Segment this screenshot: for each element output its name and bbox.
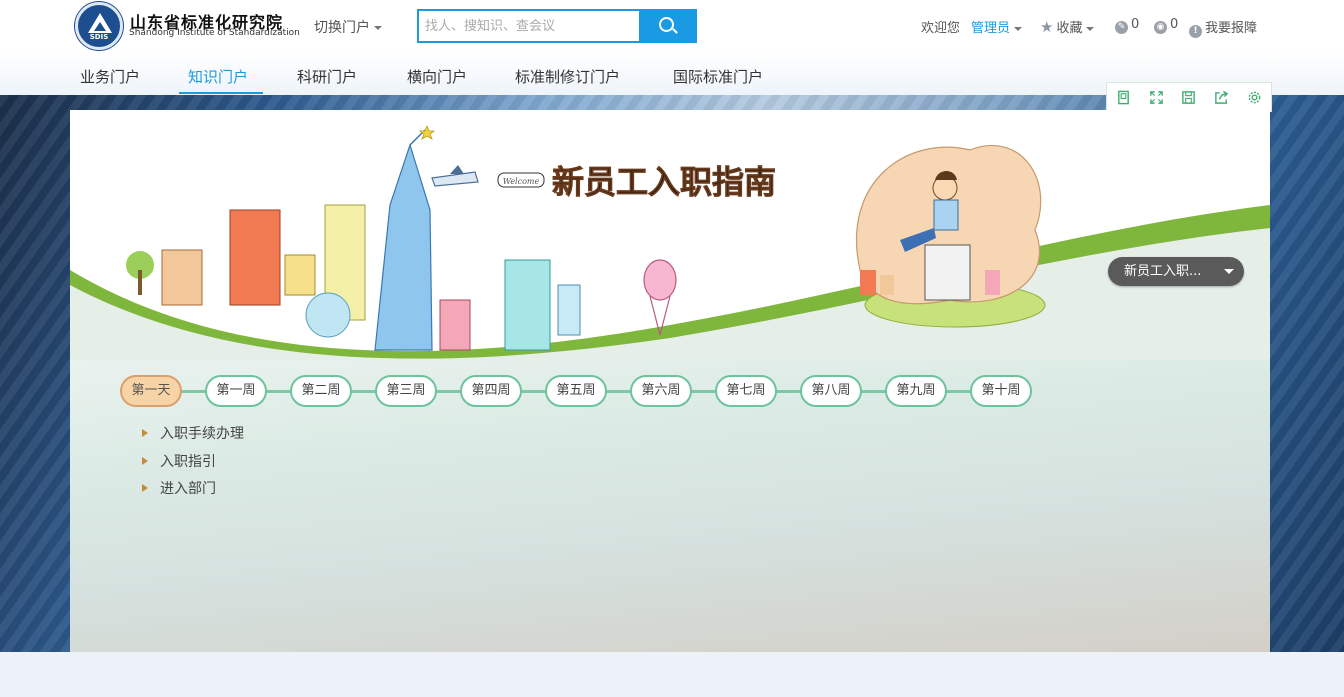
nav-active-indicator: [179, 92, 263, 94]
timeline-week-5[interactable]: 第五周: [545, 375, 607, 407]
notification-counter[interactable]: ✎ 0: [1115, 17, 1139, 34]
search-button[interactable]: [639, 11, 695, 41]
institute-logo[interactable]: SDIS: [75, 2, 123, 50]
chevron-down-icon: [1224, 269, 1234, 274]
welcome-text: 欢迎您: [921, 17, 960, 36]
timeline-week-10[interactable]: 第十周: [970, 375, 1032, 407]
star-icon: ★: [1040, 18, 1054, 36]
footer-band: [0, 652, 1344, 697]
task-label: 入职手续办理: [160, 426, 244, 442]
timeline-day-1[interactable]: 第一天: [120, 375, 182, 407]
welcome-sign-text: Welcome: [503, 177, 540, 186]
nav-business-portal[interactable]: 业务门户: [80, 66, 140, 87]
chevron-down-icon: [1086, 26, 1095, 31]
report-issue-link[interactable]: ! 我要报障: [1189, 17, 1257, 38]
notification-count: 0: [1131, 17, 1140, 32]
chevron-down-icon: [374, 26, 382, 30]
timeline-week-2[interactable]: 第二周: [290, 375, 352, 407]
welcome-label: 欢迎您: [921, 21, 961, 36]
page-icon[interactable]: [1107, 83, 1140, 111]
user-menu[interactable]: 管理员: [971, 17, 1023, 36]
task-item-onboarding-procedures[interactable]: 入职手续办理: [142, 423, 244, 443]
caret-right-icon: [142, 484, 148, 492]
report-label: 我要报障: [1205, 21, 1258, 36]
portal-switch-dropdown[interactable]: 切换门户: [314, 17, 382, 37]
share-icon[interactable]: [1205, 83, 1238, 111]
timeline-week-8[interactable]: 第八周: [800, 375, 862, 407]
timeline-week-9[interactable]: 第九周: [885, 375, 947, 407]
caret-right-icon: [142, 457, 148, 465]
nav-research-portal[interactable]: 科研门户: [297, 66, 357, 87]
portal-switch-label: 切换门户: [314, 20, 370, 36]
chevron-down-icon: [1014, 26, 1023, 31]
timeline-week-1[interactable]: 第一周: [205, 375, 267, 407]
search-icon-handle: [672, 28, 678, 34]
user-name: 管理员: [971, 21, 1011, 36]
portlet-toolbar: [1106, 82, 1272, 112]
nav-knowledge-portal[interactable]: 知识门户: [188, 66, 248, 87]
banner-title: 新员工入职指南: [552, 163, 776, 201]
timeline-week-7[interactable]: 第七周: [715, 375, 777, 407]
message-counter[interactable]: ◉ 0: [1154, 17, 1178, 34]
message-count: 0: [1170, 17, 1179, 32]
nav-horizontal-portal[interactable]: 横向门户: [407, 66, 467, 87]
nav-international-standard-portal[interactable]: 国际标准门户: [673, 66, 763, 87]
settings-icon[interactable]: [1238, 83, 1271, 111]
favorites-label: 收藏: [1056, 21, 1083, 36]
employee-character-illustration: [855, 144, 1046, 328]
search-box: [417, 9, 697, 43]
org-name-en: Shandong Institute of Standardization: [129, 28, 300, 38]
task-item-onboarding-guide[interactable]: 入职指引: [142, 451, 216, 471]
logo-inner-triangle: [94, 22, 106, 31]
favorites-menu[interactable]: ★ 收藏: [1040, 17, 1095, 36]
timeline-week-3[interactable]: 第三周: [375, 375, 437, 407]
nav-standard-revision-portal[interactable]: 标准制修订门户: [515, 66, 620, 87]
task-label: 入职指引: [160, 454, 216, 470]
task-item-join-department[interactable]: 进入部门: [142, 478, 216, 498]
top-header: SDIS 山东省标准化研究院 Shandong Institute of Sta…: [0, 0, 1344, 95]
guide-select-dropdown[interactable]: 新员工入职...: [1108, 257, 1244, 286]
eye-icon: ◉: [1154, 21, 1167, 34]
search-input[interactable]: [419, 11, 641, 41]
timeline-week-6[interactable]: 第六周: [630, 375, 692, 407]
logo-abbr: SDIS: [89, 33, 109, 41]
timeline-week-4[interactable]: 第四周: [460, 375, 522, 407]
fullscreen-icon[interactable]: [1140, 83, 1173, 111]
onboarding-banner: Welcome 新员工入职指南: [70, 110, 1270, 360]
caret-right-icon: [142, 429, 148, 437]
guide-select-value: 新员工入职...: [1124, 264, 1202, 279]
save-icon[interactable]: [1173, 83, 1206, 111]
alert-icon: !: [1189, 25, 1202, 38]
edit-icon: ✎: [1115, 21, 1128, 34]
task-label: 进入部门: [160, 481, 216, 497]
